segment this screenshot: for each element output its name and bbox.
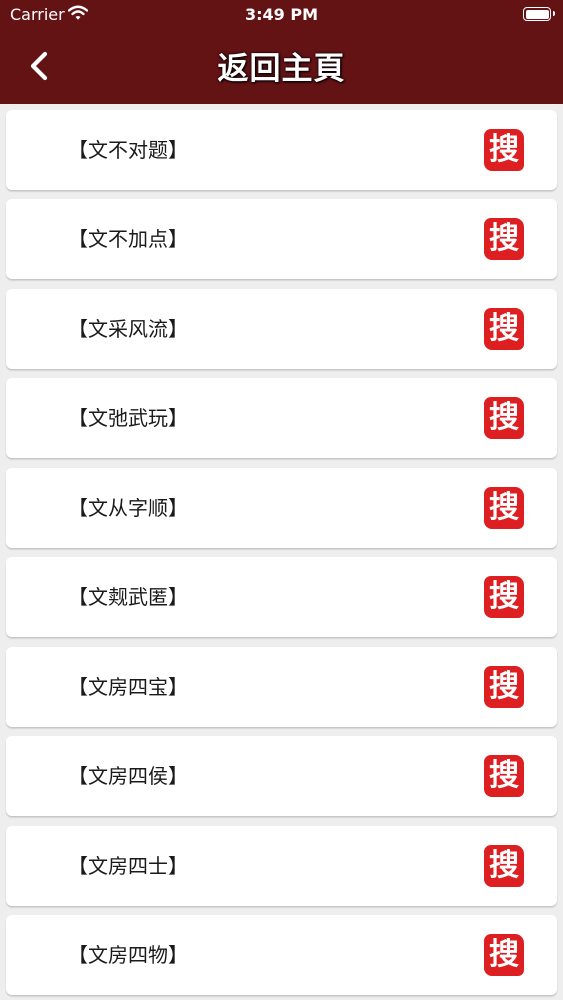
idiom-label: 【文不对题】 <box>68 138 188 162</box>
battery-icon <box>523 7 555 21</box>
list-item[interactable]: 【文采风流】 搜 <box>6 289 557 369</box>
idiom-label: 【文房四物】 <box>68 943 188 967</box>
search-stamp-icon[interactable]: 搜 <box>484 129 524 171</box>
list-item[interactable]: 【文不对题】 搜 <box>6 110 557 190</box>
page-title: 返回主頁 <box>217 51 346 87</box>
list-item[interactable]: 【文房四宝】 搜 <box>6 647 557 727</box>
list-item[interactable]: 【文不加点】 搜 <box>6 199 557 279</box>
idiom-label: 【文不加点】 <box>68 227 188 251</box>
navigation-bar: Carrier 3:49 PM 返回主頁 <box>0 0 563 104</box>
search-stamp-icon[interactable]: 搜 <box>484 308 524 350</box>
search-stamp-icon[interactable]: 搜 <box>484 845 524 887</box>
list-item[interactable]: 【文房四物】 搜 <box>6 915 557 995</box>
list-item[interactable]: 【文从字顺】 搜 <box>6 468 557 548</box>
idiom-label: 【文从字顺】 <box>68 496 188 520</box>
search-stamp-icon[interactable]: 搜 <box>484 218 524 260</box>
idiom-label: 【文觌武匿】 <box>68 585 188 609</box>
status-bar: Carrier 3:49 PM <box>0 0 563 30</box>
list-item[interactable]: 【文弛武玩】 搜 <box>6 378 557 458</box>
clock: 3:49 PM <box>244 5 318 24</box>
list-item[interactable]: 【文房四士】 搜 <box>6 826 557 906</box>
search-stamp-icon[interactable]: 搜 <box>484 487 524 529</box>
idiom-label: 【文弛武玩】 <box>68 406 188 430</box>
idiom-label: 【文采风流】 <box>68 317 188 341</box>
idiom-label: 【文房四侯】 <box>68 764 188 788</box>
search-stamp-icon[interactable]: 搜 <box>484 666 524 708</box>
idiom-label: 【文房四宝】 <box>68 675 188 699</box>
search-stamp-icon[interactable]: 搜 <box>484 576 524 618</box>
search-stamp-icon[interactable]: 搜 <box>484 755 524 797</box>
list-item[interactable]: 【文觌武匿】 搜 <box>6 557 557 637</box>
list-item[interactable]: 【文房四侯】 搜 <box>6 736 557 816</box>
search-stamp-icon[interactable]: 搜 <box>484 934 524 976</box>
idiom-label: 【文房四士】 <box>68 854 188 878</box>
search-stamp-icon[interactable]: 搜 <box>484 397 524 439</box>
